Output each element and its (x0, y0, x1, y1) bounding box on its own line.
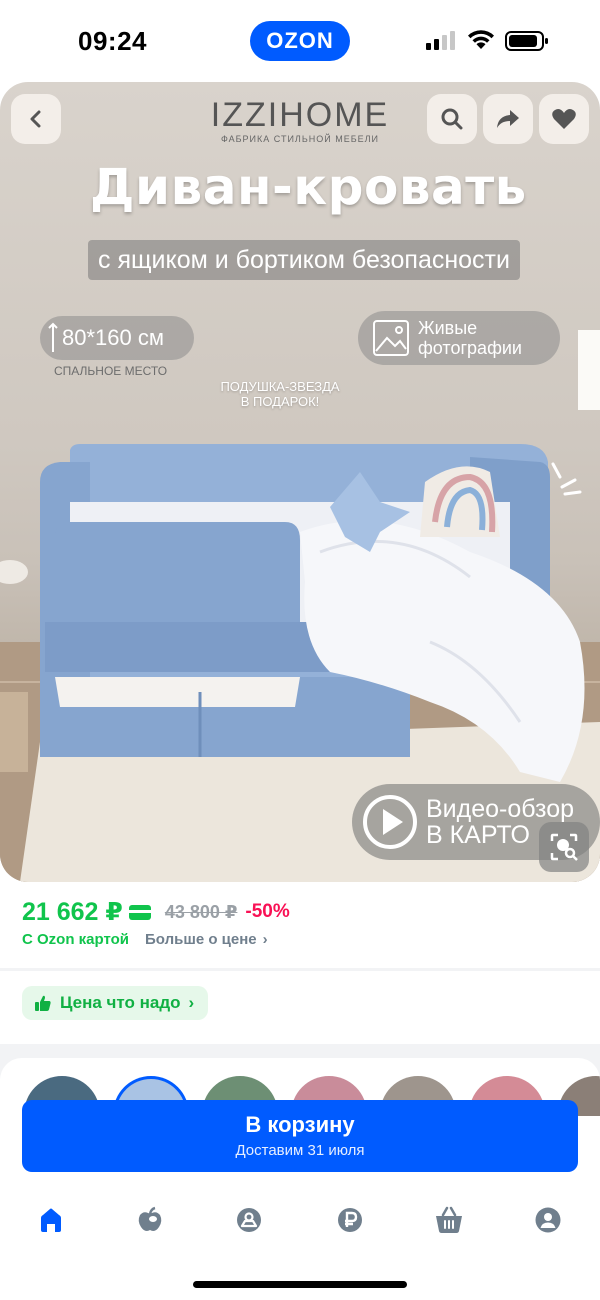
wifi-icon (468, 30, 494, 49)
product-hero-image[interactable]: IZZIHOME ФАБРИКА СТИЛЬНОЙ МЕБЕЛИ Диван-к… (0, 82, 600, 882)
live-photos-badge: Живые фотографии (358, 311, 560, 365)
size-badge: 80*160 см (40, 316, 194, 360)
height-arrow-icon (48, 322, 58, 352)
battery-icon (505, 31, 548, 51)
chevron-right-icon: › (188, 993, 195, 1012)
price-row: 21 662 ₽ 43 800 ₽ -50% (22, 895, 290, 929)
status-time: 09:24 (78, 26, 147, 56)
more-price-link[interactable]: Больше о цене (145, 931, 257, 948)
discount-badge: -50% (245, 901, 290, 922)
gift-note: ПОДУШКА-ЗВЕЗДА В ПОДАРОК! (200, 379, 360, 409)
gift-line1: ПОДУШКА-ЗВЕЗДА (220, 379, 340, 394)
nav-home[interactable] (31, 1200, 71, 1240)
share-icon (497, 110, 519, 128)
fresh-icon (138, 1206, 162, 1231)
search-icon (441, 108, 463, 130)
live-photos-line1: Живые (418, 318, 478, 338)
status-bar: 09:24 OZON (0, 0, 600, 82)
image-search-button[interactable] (539, 822, 589, 872)
chevron-right-icon: › (262, 931, 268, 948)
ozon-card-icon (128, 904, 151, 920)
size-label: 80*160 см (62, 325, 164, 350)
price-current: 21 662 ₽ (22, 898, 123, 926)
home-icon (41, 1208, 61, 1232)
bottom-nav (0, 1188, 600, 1248)
heart-icon (552, 109, 576, 129)
photo-icon (373, 320, 409, 356)
bonus-icon (237, 1208, 261, 1232)
share-button[interactable] (483, 94, 533, 144)
live-photos-line2: фотографии (418, 338, 522, 358)
thumbs-up-icon (35, 995, 51, 1011)
cellular-signal-icon (426, 31, 455, 50)
video-line1: Видео-обзор (426, 795, 575, 823)
hero-headline: Диван-кровать (90, 158, 527, 216)
delivery-date: Доставим 31 июля (235, 1142, 365, 1159)
cart-icon (436, 1206, 462, 1233)
good-price-badge[interactable]: Цена что надо › (22, 986, 209, 1020)
nav-bonus[interactable] (229, 1200, 269, 1240)
hero-subheadline: с ящиком и бортиком безопасности (88, 240, 520, 280)
ozon-card-label: С Ozon картой (22, 931, 130, 948)
play-icon (363, 795, 417, 849)
image-search-icon (550, 833, 578, 861)
nav-cart[interactable] (429, 1200, 469, 1240)
price-old: 43 800 ₽ (164, 901, 238, 922)
nav-finance[interactable] (330, 1200, 370, 1240)
nav-profile[interactable] (528, 1200, 568, 1240)
size-caption: СПАЛЬНОЕ МЕСТО (54, 364, 168, 378)
profile-icon (535, 1207, 561, 1233)
ozon-app-badge[interactable]: OZON (250, 21, 350, 61)
nav-fresh[interactable] (130, 1200, 170, 1240)
search-button[interactable] (427, 94, 477, 144)
favorite-button[interactable] (539, 94, 589, 144)
add-to-cart-button[interactable]: В корзину Доставим 31 июля (22, 1100, 578, 1172)
gift-line2: В ПОДАРОК! (240, 394, 320, 409)
divider (0, 968, 600, 971)
home-indicator[interactable] (193, 1281, 407, 1288)
good-price-label: Цена что надо (60, 993, 181, 1012)
price-sub-row: С Ozon картой Больше о цене › (22, 931, 268, 948)
screen: 09:24 OZON IZZIHOME ФАБРИКА СТИЛЬНОЙ МЕБ… (0, 0, 600, 1300)
add-to-cart-label: В корзину (245, 1112, 355, 1137)
finance-icon (338, 1208, 362, 1232)
